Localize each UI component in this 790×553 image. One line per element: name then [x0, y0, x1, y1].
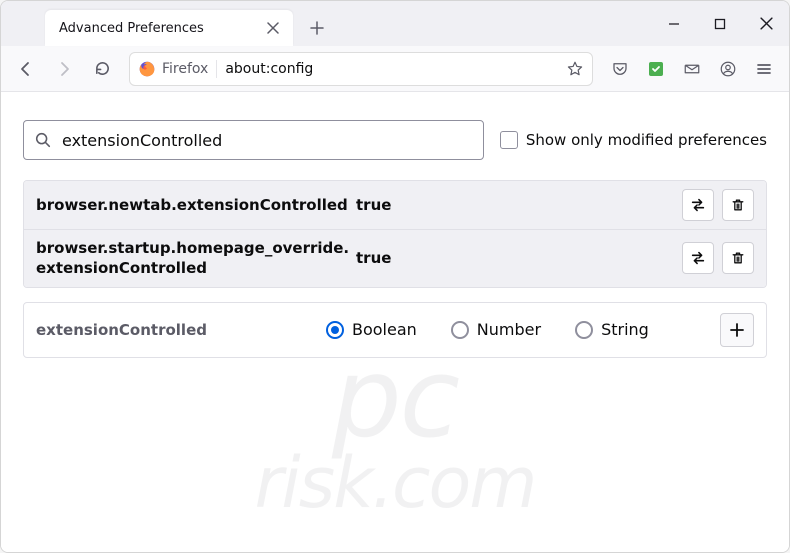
minimize-button[interactable] [651, 1, 697, 46]
forward-button[interactable] [47, 52, 81, 86]
radio-icon [326, 321, 344, 339]
identity-label: Firefox [162, 61, 208, 77]
radio-icon [451, 321, 469, 339]
pref-value: true [356, 196, 682, 214]
menu-button[interactable] [747, 52, 781, 86]
window-controls [651, 1, 789, 46]
url-text: about:config [225, 61, 558, 77]
pref-row[interactable]: browser.startup.homepage_override.extens… [24, 230, 766, 287]
url-bar[interactable]: Firefox about:config [129, 52, 593, 86]
show-modified-toggle[interactable]: Show only modified preferences [500, 131, 767, 149]
reset-button[interactable] [722, 242, 754, 274]
mail-icon[interactable] [675, 52, 709, 86]
toolbar-right [603, 52, 781, 86]
close-icon[interactable] [263, 18, 283, 38]
search-row: Show only modified preferences [23, 120, 767, 160]
trash-icon [730, 197, 746, 213]
identity-box[interactable]: Firefox [138, 60, 217, 78]
search-icon [34, 131, 52, 149]
pref-name: browser.startup.homepage_override.extens… [36, 238, 356, 279]
pref-actions [682, 242, 754, 274]
new-tab-button[interactable] [301, 12, 333, 44]
radio-number[interactable]: Number [451, 320, 541, 339]
radio-label: String [601, 320, 649, 339]
window-close-button[interactable] [743, 1, 789, 46]
toggle-button[interactable] [682, 189, 714, 221]
pref-value: true [356, 249, 682, 267]
extension-icon[interactable] [639, 52, 673, 86]
radio-icon [575, 321, 593, 339]
radio-boolean[interactable]: Boolean [326, 320, 417, 339]
about-config-content: Show only modified preferences browser.n… [1, 92, 789, 553]
pocket-icon[interactable] [603, 52, 637, 86]
plus-icon [729, 322, 745, 338]
add-pref-button[interactable] [720, 313, 754, 347]
reload-button[interactable] [85, 52, 119, 86]
watermark: pcrisk.com [1, 334, 789, 524]
swap-icon [689, 249, 707, 267]
show-modified-label: Show only modified preferences [526, 131, 767, 149]
pref-list: browser.newtab.extensionControlled true … [23, 180, 767, 288]
reset-button[interactable] [722, 189, 754, 221]
titlebar: Advanced Preferences [1, 1, 789, 46]
pref-search-box[interactable] [23, 120, 484, 160]
nav-toolbar: Firefox about:config [1, 46, 789, 92]
tab-title: Advanced Preferences [59, 21, 263, 36]
pref-actions [682, 189, 754, 221]
trash-icon [730, 250, 746, 266]
account-icon[interactable] [711, 52, 745, 86]
firefox-icon [138, 60, 156, 78]
back-button[interactable] [9, 52, 43, 86]
type-radio-group: Boolean Number String [326, 320, 720, 339]
pref-search-input[interactable] [60, 130, 473, 151]
pref-row[interactable]: browser.newtab.extensionControlled true [24, 181, 766, 230]
tab-advanced-preferences[interactable]: Advanced Preferences [45, 10, 293, 46]
radio-string[interactable]: String [575, 320, 649, 339]
maximize-button[interactable] [697, 1, 743, 46]
bookmark-star-icon[interactable] [566, 60, 584, 78]
new-pref-name: extensionControlled [36, 321, 326, 339]
pref-name: browser.newtab.extensionControlled [36, 195, 356, 215]
browser-window: Advanced Preferences [0, 0, 790, 553]
swap-icon [689, 196, 707, 214]
radio-label: Number [477, 320, 541, 339]
checkbox-icon [500, 131, 518, 149]
new-pref-row: extensionControlled Boolean Number Strin… [23, 302, 767, 358]
toggle-button[interactable] [682, 242, 714, 274]
radio-label: Boolean [352, 320, 417, 339]
